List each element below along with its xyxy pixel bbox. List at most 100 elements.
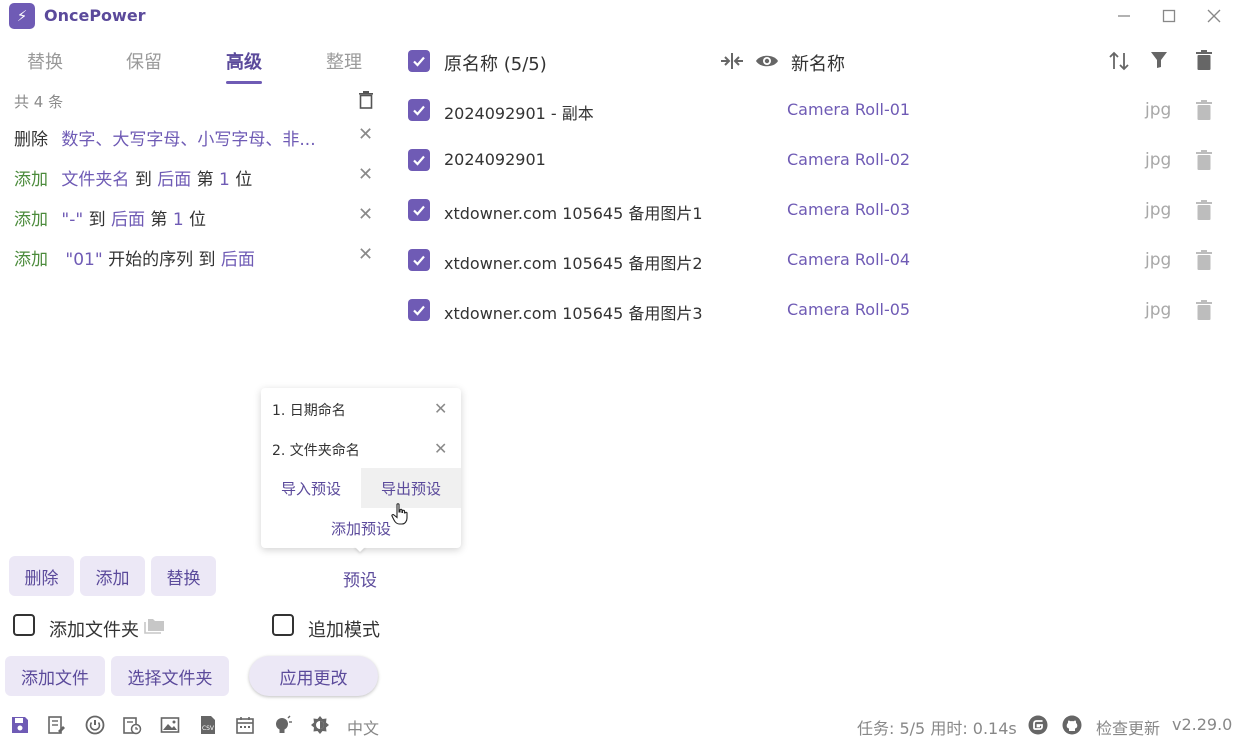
delete-button[interactable]: 删除 bbox=[9, 556, 74, 596]
add-folder-checkbox[interactable] bbox=[13, 614, 35, 636]
tab-keep[interactable]: 保留 bbox=[126, 48, 162, 74]
rule-item[interactable]: 删除 数字、大写字母、小写字母、非... bbox=[14, 125, 316, 150]
original-name-header: 原名称 (5/5) bbox=[444, 54, 547, 75]
github-icon[interactable] bbox=[1062, 715, 1082, 735]
rule-detail: 数字、大写字母、小写字母、非... bbox=[61, 130, 316, 150]
file-checkbox[interactable] bbox=[408, 199, 430, 221]
file-checkbox[interactable] bbox=[408, 149, 430, 171]
remove-rule-icon[interactable]: ✕ bbox=[358, 204, 373, 225]
new-filename: Camera Roll-05 bbox=[787, 300, 911, 319]
remove-file-icon[interactable] bbox=[1196, 100, 1212, 124]
original-filename: xtdowner.com 105645 备用图片3 bbox=[444, 304, 703, 323]
rule-item[interactable]: 添加 "-" 到 后面 第 1 位 bbox=[14, 205, 207, 230]
theme-icon[interactable] bbox=[310, 715, 330, 735]
maximize-icon[interactable] bbox=[1157, 4, 1181, 28]
check-update-link[interactable]: 检查更新 bbox=[1096, 715, 1160, 739]
rule-action: 添加 bbox=[14, 210, 48, 230]
remove-file-icon[interactable] bbox=[1196, 200, 1212, 224]
original-filename: xtdowner.com 105645 备用图片1 bbox=[444, 204, 703, 223]
rule-part: 第 bbox=[150, 210, 168, 230]
clear-rules-icon[interactable] bbox=[358, 91, 374, 113]
tab-replace[interactable]: 替换 bbox=[27, 48, 63, 74]
remove-rule-icon[interactable]: ✕ bbox=[358, 124, 373, 145]
tab-organize[interactable]: 整理 bbox=[326, 48, 362, 74]
app-logo: ⚡ bbox=[9, 3, 35, 29]
file-extension: jpg bbox=[1145, 200, 1172, 220]
rule-item[interactable]: 添加 "01" 开始的序列 到 后面 bbox=[14, 245, 255, 270]
remove-file-icon[interactable] bbox=[1196, 300, 1212, 324]
append-mode-checkbox[interactable] bbox=[272, 614, 294, 636]
folder-icon bbox=[144, 616, 166, 638]
app-title: OncePower bbox=[44, 6, 146, 25]
add-preset-button[interactable]: 添加预设 bbox=[261, 508, 461, 548]
svg-text:CSV: CSV bbox=[202, 725, 215, 732]
add-files-button[interactable]: 添加文件 bbox=[5, 656, 105, 696]
new-filename: Camera Roll-02 bbox=[787, 150, 911, 169]
export-preset-button[interactable]: 导出预设 bbox=[361, 468, 461, 508]
rule-part: "01" bbox=[65, 250, 103, 270]
new-name-header: 新名称 bbox=[791, 54, 845, 75]
apply-changes-button[interactable]: 应用更改 bbox=[249, 656, 378, 696]
remove-rule-icon[interactable]: ✕ bbox=[358, 164, 373, 185]
add-folder-label: 添加文件夹 bbox=[49, 620, 139, 641]
filter-icon[interactable] bbox=[1150, 51, 1168, 73]
remove-rule-icon[interactable]: ✕ bbox=[358, 244, 373, 265]
rule-part: 第 bbox=[196, 170, 214, 190]
rule-part: 后面 bbox=[220, 250, 255, 270]
select-all-checkbox[interactable] bbox=[408, 50, 430, 72]
new-filename: Camera Roll-03 bbox=[787, 200, 911, 219]
file-checkbox[interactable] bbox=[408, 299, 430, 321]
compare-icon[interactable] bbox=[720, 51, 744, 75]
image-icon[interactable] bbox=[160, 715, 180, 735]
file-extension: jpg bbox=[1145, 150, 1172, 170]
select-folder-button[interactable]: 选择文件夹 bbox=[111, 656, 229, 696]
rule-item[interactable]: 添加 文件夹名 到 后面 第 1 位 bbox=[14, 165, 253, 190]
original-filename: 2024092901 bbox=[444, 150, 546, 169]
preview-eye-icon[interactable] bbox=[755, 52, 779, 74]
language-switch[interactable]: 中文 bbox=[347, 715, 379, 739]
close-icon[interactable] bbox=[1202, 4, 1226, 28]
calendar-icon[interactable] bbox=[235, 715, 255, 735]
preset-button[interactable]: 预设 bbox=[343, 566, 377, 591]
save-icon[interactable] bbox=[10, 715, 30, 735]
append-mode-label: 追加模式 bbox=[308, 620, 380, 641]
bulb-icon[interactable] bbox=[273, 715, 293, 735]
preset-popup: 1. 日期命名 ✕ 2. 文件夹命名 ✕ 导入预设 导出预设 添加预设 bbox=[261, 388, 461, 548]
remove-file-icon[interactable] bbox=[1196, 250, 1212, 274]
version-label: v2.29.0 bbox=[1172, 715, 1233, 734]
file-extension: jpg bbox=[1145, 300, 1172, 320]
sort-icon[interactable] bbox=[1107, 49, 1131, 77]
rule-part: 文件夹名 bbox=[61, 170, 130, 190]
log-icon[interactable] bbox=[47, 715, 67, 735]
rule-action: 添加 bbox=[14, 170, 48, 190]
add-button[interactable]: 添加 bbox=[80, 556, 145, 596]
rule-part: 1 bbox=[219, 170, 230, 190]
remove-preset-icon[interactable]: ✕ bbox=[434, 399, 447, 418]
minimize-icon[interactable] bbox=[1112, 4, 1136, 28]
file-checkbox[interactable] bbox=[408, 99, 430, 121]
remove-preset-icon[interactable]: ✕ bbox=[434, 439, 447, 458]
rule-part: 后面 bbox=[111, 210, 145, 230]
clear-list-icon[interactable] bbox=[1196, 50, 1212, 74]
power-icon[interactable] bbox=[85, 715, 105, 735]
tab-advanced[interactable]: 高级 bbox=[226, 48, 262, 74]
preset-item[interactable]: 2. 文件夹命名 bbox=[272, 440, 360, 460]
preset-item[interactable]: 1. 日期命名 bbox=[272, 400, 346, 420]
original-filename: xtdowner.com 105645 备用图片2 bbox=[444, 254, 703, 273]
rule-part: 到 bbox=[88, 210, 106, 230]
rule-action: 添加 bbox=[14, 250, 48, 270]
csv-icon[interactable]: CSV bbox=[198, 715, 218, 735]
gitee-icon[interactable] bbox=[1028, 715, 1048, 735]
file-checkbox[interactable] bbox=[408, 249, 430, 271]
rule-part: 位 bbox=[235, 170, 253, 190]
rule-part: 位 bbox=[189, 210, 207, 230]
active-tab-indicator bbox=[226, 81, 262, 84]
remove-file-icon[interactable] bbox=[1196, 150, 1212, 174]
new-filename: Camera Roll-04 bbox=[787, 250, 911, 269]
rule-part: "-" bbox=[61, 210, 84, 230]
rule-action: 删除 bbox=[14, 130, 48, 150]
replace-button[interactable]: 替换 bbox=[151, 556, 216, 596]
history-icon[interactable] bbox=[122, 715, 142, 735]
import-preset-button[interactable]: 导入预设 bbox=[261, 468, 361, 508]
rule-part: 到 bbox=[198, 250, 216, 270]
